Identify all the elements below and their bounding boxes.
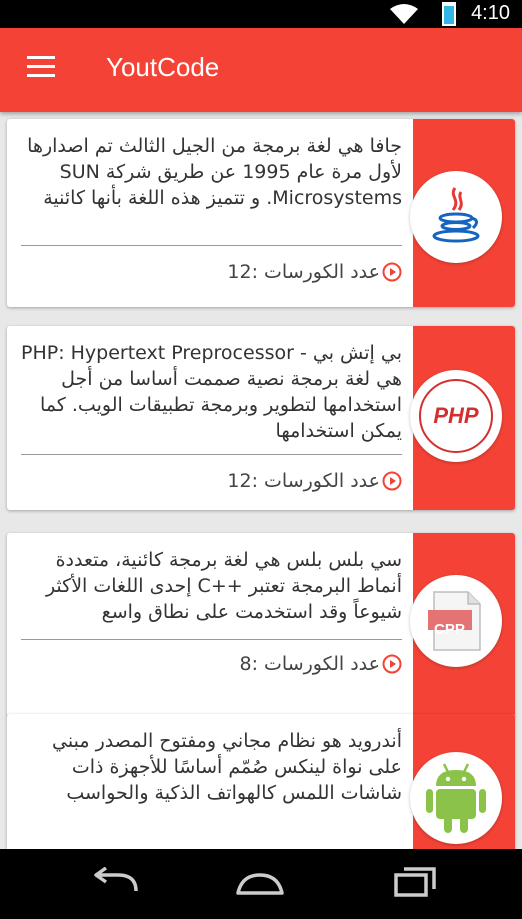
course-count-label: عدد الكورسات :8 bbox=[239, 653, 381, 675]
play-icon bbox=[382, 262, 402, 282]
course-count: عدد الكورسات :12 bbox=[21, 259, 402, 285]
recent-apps-icon[interactable] bbox=[386, 867, 442, 901]
home-icon[interactable] bbox=[232, 867, 288, 901]
back-icon[interactable] bbox=[88, 867, 144, 901]
app-bar: YoutCode bbox=[0, 28, 522, 112]
app-title: YoutCode bbox=[106, 52, 220, 82]
php-logo-icon: PHP bbox=[410, 370, 502, 462]
course-count: عدد الكورسات :8 bbox=[21, 651, 402, 677]
status-bar: 4:10 bbox=[0, 0, 522, 28]
course-card-android[interactable]: أندرويد هو نظام مجاني ومفتوح المصدر مبني… bbox=[7, 714, 515, 849]
course-count: عدد الكورسات :12 bbox=[21, 468, 402, 494]
cpp-logo-icon: CPP bbox=[410, 575, 502, 667]
course-list[interactable]: جافا هي لغة برمجة من الجيل الثالث تم اصد… bbox=[0, 112, 522, 849]
php-logo-text: PHP bbox=[433, 403, 479, 428]
divider bbox=[21, 639, 402, 640]
play-icon bbox=[382, 471, 402, 491]
status-time: 4:10 bbox=[471, 2, 510, 24]
navigation-bar bbox=[0, 849, 522, 919]
java-logo-icon bbox=[410, 171, 502, 263]
course-count-label: عدد الكورسات :12 bbox=[227, 470, 380, 492]
course-card-java[interactable]: جافا هي لغة برمجة من الجيل الثالث تم اصد… bbox=[7, 119, 515, 307]
menu-icon[interactable] bbox=[27, 56, 55, 78]
wifi-icon bbox=[390, 4, 418, 24]
battery-icon bbox=[442, 2, 456, 26]
course-description: سي بلس بلس هي لغة برمجة كائنية، متعددة أ… bbox=[45, 549, 402, 623]
course-description: بي إتش بي - PHP: Hypertext Preprocessor … bbox=[21, 342, 402, 442]
course-card-cpp[interactable]: CPP سي بلس بلس هي لغة برمجة كائنية، متعد… bbox=[7, 533, 515, 717]
course-card-php[interactable]: PHP بي إتش بي - PHP: Hypertext Preproces… bbox=[7, 326, 515, 510]
course-description: أندرويد هو نظام مجاني ومفتوح المصدر مبني… bbox=[52, 730, 402, 804]
divider bbox=[21, 245, 402, 246]
course-count-label: عدد الكورسات :12 bbox=[227, 261, 380, 283]
play-icon bbox=[382, 654, 402, 674]
cpp-logo-text: CPP bbox=[434, 621, 465, 638]
divider bbox=[21, 454, 402, 455]
android-logo-icon bbox=[410, 752, 502, 844]
course-description: جافا هي لغة برمجة من الجيل الثالث تم اصد… bbox=[27, 135, 402, 209]
